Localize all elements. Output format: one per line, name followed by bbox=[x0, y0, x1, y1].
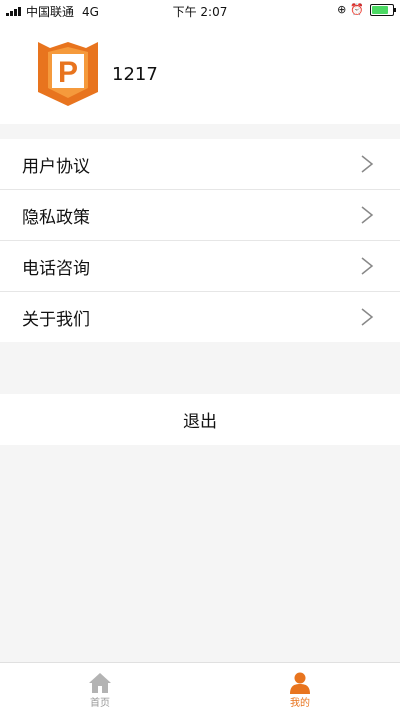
profile-header: P 1217 bbox=[0, 20, 400, 124]
chevron-right-icon bbox=[361, 155, 374, 173]
menu-item-phone-consult[interactable]: 电话咨询 bbox=[0, 241, 400, 292]
settings-menu: 用户协议 隐私政策 电话咨询 关于我们 bbox=[0, 139, 400, 342]
app-logo-icon: P bbox=[38, 42, 98, 106]
status-bar: 中国联通 4G 下午 2:07 ⊕ ⏰ bbox=[0, 0, 400, 20]
chevron-right-icon bbox=[361, 257, 374, 275]
menu-item-label: 关于我们 bbox=[22, 309, 90, 330]
username: 1217 bbox=[112, 64, 158, 85]
menu-item-privacy-policy[interactable]: 隐私政策 bbox=[0, 190, 400, 241]
logo-letter: P bbox=[58, 56, 78, 89]
orientation-lock-icon: ⊕ bbox=[337, 3, 347, 16]
status-right: ⊕ ⏰ bbox=[337, 3, 396, 16]
tab-bar: 首页 我的 bbox=[0, 662, 400, 712]
chevron-right-icon bbox=[361, 206, 374, 224]
alarm-icon: ⏰ bbox=[350, 3, 364, 16]
tab-me[interactable]: 我的 bbox=[200, 663, 400, 712]
tab-label: 我的 bbox=[290, 698, 310, 709]
battery-icon bbox=[370, 3, 396, 16]
tab-home[interactable]: 首页 bbox=[0, 663, 200, 712]
tab-label: 首页 bbox=[90, 698, 110, 709]
person-icon bbox=[290, 672, 310, 694]
menu-item-label: 用户协议 bbox=[22, 156, 90, 177]
logout-button[interactable]: 退出 bbox=[0, 394, 400, 445]
menu-item-about-us[interactable]: 关于我们 bbox=[0, 292, 400, 342]
home-icon bbox=[89, 673, 111, 693]
menu-item-user-agreement[interactable]: 用户协议 bbox=[0, 139, 400, 190]
menu-item-label: 电话咨询 bbox=[22, 258, 90, 279]
chevron-right-icon bbox=[361, 308, 374, 326]
menu-item-label: 隐私政策 bbox=[22, 207, 90, 228]
